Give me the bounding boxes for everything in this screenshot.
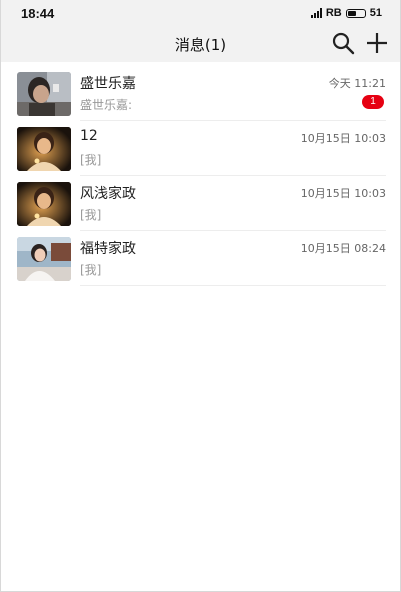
- conversation-item[interactable]: 盛世乐嘉 今天 11:21 盛世乐嘉: 1: [1, 66, 400, 121]
- conversation-item[interactable]: 风浅家政 10月15日 10:03 [我]: [1, 176, 400, 231]
- battery-icon: [345, 8, 366, 18]
- battery-percent: 51: [369, 7, 382, 19]
- conversation-preview: [我]: [80, 263, 102, 277]
- conversation-time: 10月15日 10:03: [300, 187, 386, 200]
- conversation-body: 盛世乐嘉 今天 11:21 盛世乐嘉: 1: [80, 66, 386, 121]
- header-bar: 消息(1): [1, 26, 400, 62]
- avatar: [17, 181, 71, 226]
- conversation-time: 10月15日 10:03: [300, 132, 386, 145]
- conversation-item[interactable]: 12 10月15日 10:03 [我]: [1, 121, 400, 176]
- plus-icon: [367, 33, 387, 53]
- woman-candle-portrait-image: [17, 126, 71, 171]
- woman-candle-portrait-image: [17, 181, 71, 226]
- conversation-body: 福特家政 10月15日 08:24 [我]: [80, 231, 386, 286]
- search-button[interactable]: [330, 30, 356, 56]
- unread-badge: 1: [362, 95, 384, 109]
- conversation-name: 福特家政: [80, 241, 136, 257]
- conversation-preview: [我]: [80, 153, 102, 167]
- conversation-name: 盛世乐嘉: [80, 76, 136, 92]
- conversation-name: 风浅家政: [80, 186, 136, 202]
- conversation-preview: [我]: [80, 208, 102, 222]
- avatar: [17, 71, 71, 116]
- signal-icon: [310, 8, 322, 18]
- status-time: 18:44: [21, 5, 55, 21]
- header-actions: [330, 30, 390, 56]
- phone-screen: 18:44 RB 51 消息(1) 盛世乐嘉 今天 11:21 盛世乐嘉: 1 …: [0, 0, 401, 592]
- conversation-time: 今天 11:21: [328, 77, 386, 90]
- avatar: [17, 126, 71, 171]
- page-title: 消息(1): [174, 35, 227, 54]
- conversation-time: 10月15日 08:24: [300, 242, 386, 255]
- woman-outdoor-portrait-image: [17, 236, 71, 281]
- conversation-body: 12 10月15日 10:03 [我]: [80, 121, 386, 176]
- battery-fill: [347, 10, 356, 16]
- status-bar: 18:44 RB 51: [1, 0, 400, 26]
- avatar: [17, 236, 71, 281]
- search-icon: [332, 32, 355, 55]
- conversation-body: 风浅家政 10月15日 10:03 [我]: [80, 176, 386, 231]
- status-indicators: RB 51: [310, 7, 382, 19]
- conversation-preview: 盛世乐嘉:: [80, 98, 133, 112]
- conversation-list: 盛世乐嘉 今天 11:21 盛世乐嘉: 1 12 10月15日 10:03 [我…: [1, 62, 400, 286]
- conversation-item[interactable]: 福特家政 10月15日 08:24 [我]: [1, 231, 400, 286]
- add-button[interactable]: [364, 30, 390, 56]
- man-portrait-image: [17, 71, 71, 116]
- conversation-name: 12: [80, 128, 98, 144]
- network-label: RB: [325, 7, 342, 19]
